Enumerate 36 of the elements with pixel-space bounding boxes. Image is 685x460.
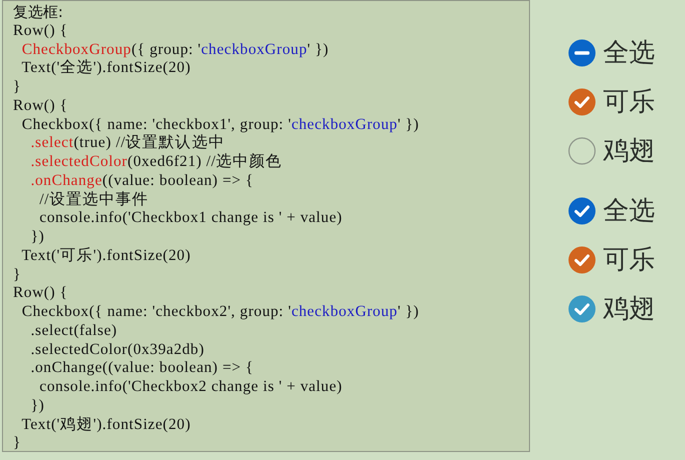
unchecked-checkbox-icon[interactable] <box>568 137 596 165</box>
code-line: Checkbox({ name: 'checkbox1', group: 'checkboxGroup' }) <box>20 116 420 134</box>
code-line: .select(false) <box>30 322 118 340</box>
code-line: .selectedColor(0xed6f21) //选中颜色 <box>30 153 284 172</box>
code-line: Row() { <box>13 22 69 40</box>
checked-checkbox-icon[interactable] <box>568 88 596 116</box>
code-line: }) <box>30 228 46 247</box>
code-line: Checkbox({ name: 'checkbox2', group: 'checkboxGroup' }) <box>20 303 420 322</box>
checked-checkbox-icon[interactable] <box>568 197 596 225</box>
code-line: Text('鸡翅').fontSize(20) <box>20 416 192 434</box>
code-line: } <box>13 78 22 97</box>
code-line: .selectedColor(0x39a2db) <box>30 340 206 360</box>
code-line: Text('可乐').fontSize(20) <box>20 246 192 266</box>
code-title: 复选框: <box>13 3 64 22</box>
code-line: }) <box>30 396 46 416</box>
checked-checkbox-icon[interactable] <box>568 246 596 274</box>
code-line: console.info('Checkbox2 change is ' + value) <box>38 378 344 397</box>
code-line: .select(true) //设置默认选中 <box>30 134 226 153</box>
code-line: } <box>13 266 22 284</box>
checkbox-label: 全选 <box>603 195 655 228</box>
code-line: console.info('Checkbox1 change is ' + value) <box>38 209 344 228</box>
code-line: //设置选中事件 <box>38 190 150 210</box>
code-line: Row() { <box>13 96 69 116</box>
code-line: Row() { <box>13 284 69 303</box>
code-line: CheckboxGroup({ group: 'checkboxGroup' }) <box>20 40 330 59</box>
code-line: } <box>13 434 22 453</box>
checkbox-label: 全选 <box>603 37 655 70</box>
checkbox-label: 可乐 <box>603 86 655 119</box>
checked-checkbox-icon[interactable] <box>568 295 596 323</box>
code-line: .onChange((value: boolean) => { <box>30 172 254 190</box>
partial-checkbox-icon[interactable] <box>568 39 596 67</box>
code-line: .onChange((value: boolean) => { <box>30 359 254 378</box>
checkbox-label: 鸡翅 <box>603 293 655 326</box>
checkbox-label: 可乐 <box>603 244 655 277</box>
checkbox-label: 鸡翅 <box>603 135 655 168</box>
code-line: Text('全选').fontSize(20) <box>20 59 192 78</box>
